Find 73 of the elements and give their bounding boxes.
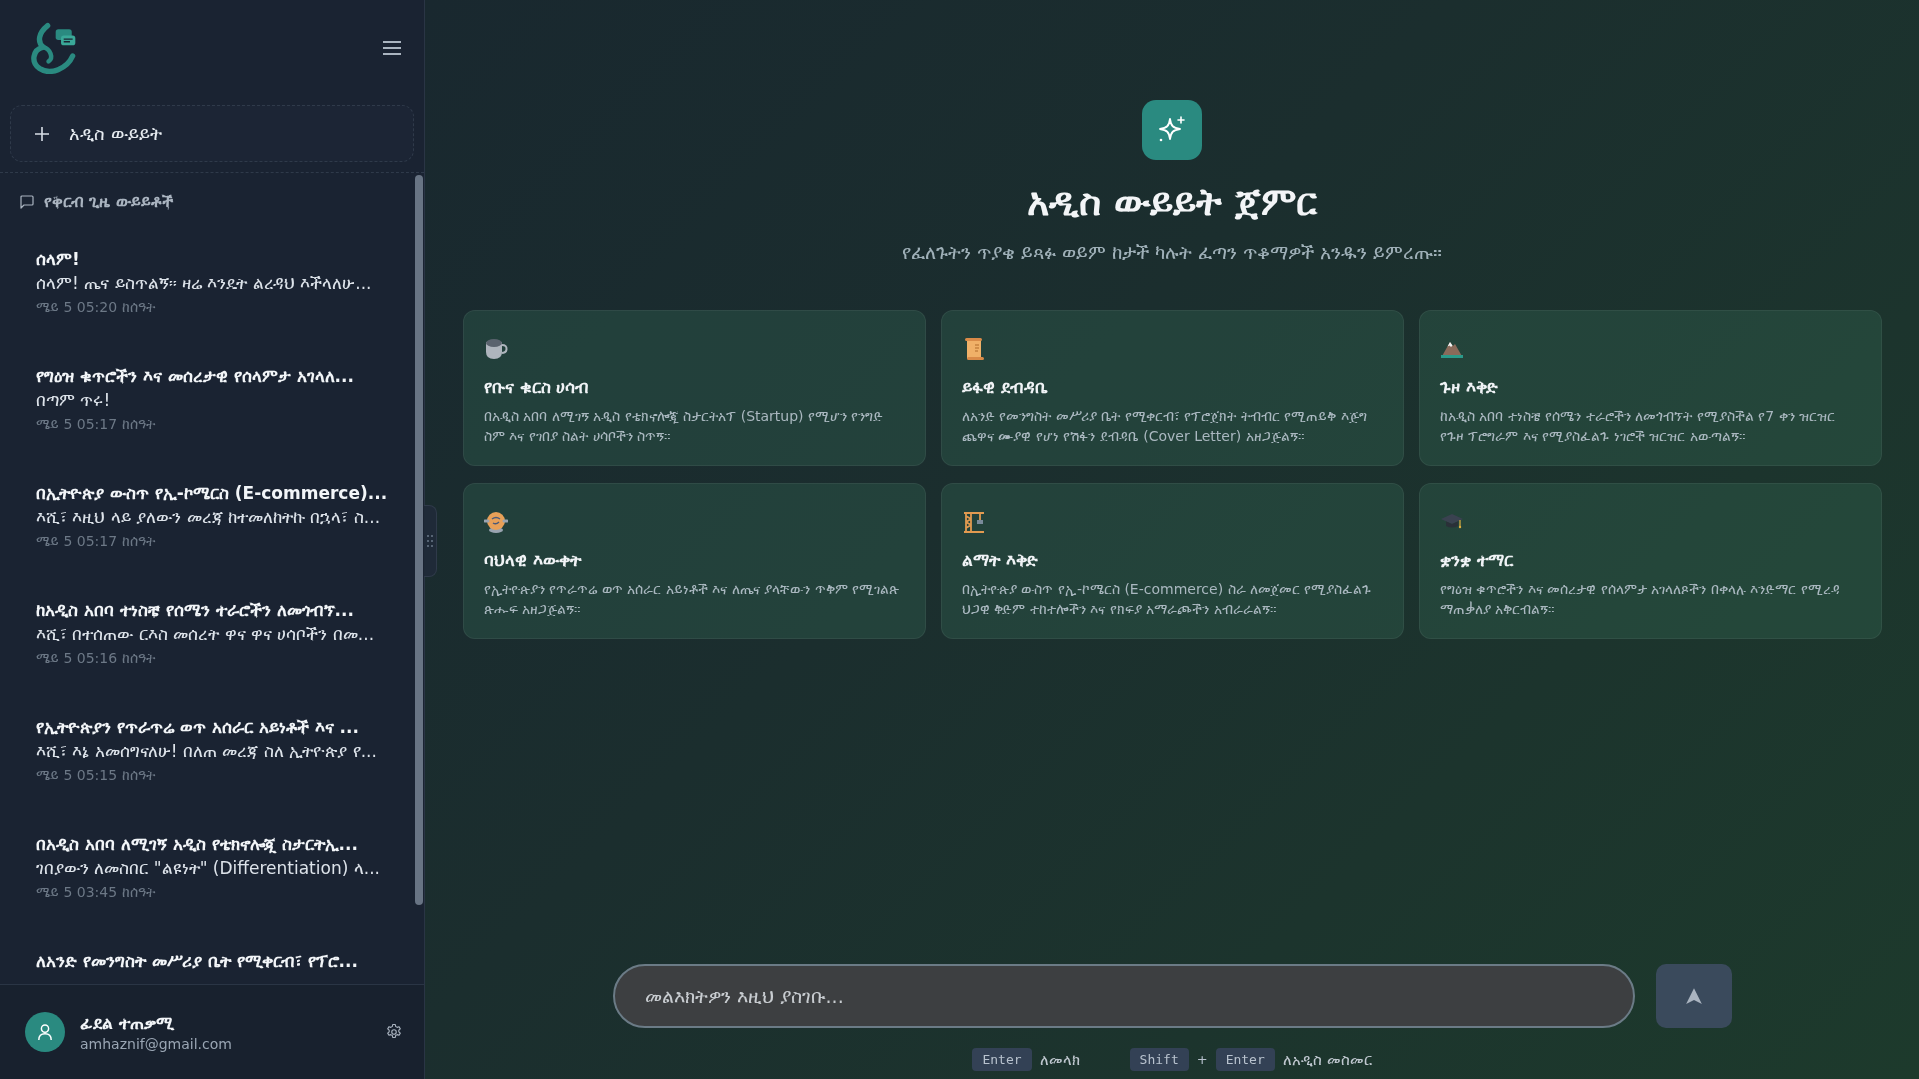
conversation-time: ሜይ 5 05:17 ከሰዓት [36,415,156,434]
conversation-item[interactable]: በኢትዮጵያ ውስጥ የኢ-ኮሜርስ (E-commerce)... እሺ፣ እዚህ ላይ ያለውን መረጃ ከተመለከትኩ በኋላ፣ ስ... ሜይ 5 05:17 ከሰዓት [20,471,414,563]
sparkle-icon [1142,100,1202,160]
suggestion-description: ከአዲስ አበባ ተነስቼ የሰሜን ተራሮችን ለመጎብኘት የሚያስችል የ7 ቀን ዝርዝር የጉዞ ፕሮግራም እና የሚያስፈልጉ ነገሮች ዝርዝር አውጣልኝ። [1440,407,1836,446]
conversation-item[interactable]: የግዕዝ ቁጥሮችን እና መሰረታዊ የሰላምታ አገላለ... በጣም ጥሩ! ሜይ 5 05:17 ከሰዓት [20,354,414,446]
conversation-title: በአዲስ አበባ ለሚገኝ አዲስ የቴክኖሎጂ ስታርትኢ... [36,833,359,856]
conversation-title: ከአዲስ አበባ ተነስቼ የሰሜን ተራሮችን ለመጎብኘ... [36,599,355,622]
logo-icon [28,21,78,74]
welcome-subtitle: የፈለጉትን ጥያቄ ይጻፉ ወይም ከታች ካሉት ፈጣን ጥቆማዎች አንዱን ይምረጡ። [901,240,1443,265]
key-label: Enter [1215,1048,1275,1071]
plus-sign: + [1195,1052,1209,1067]
conversation-item[interactable]: ሰላም! ሰላም! ጤና ይስጥልኝ። ዛሬ እንዴት ልረዳህ እችላለሁ... ሜይ 5 05:20 ከሰዓት [20,237,414,329]
conversation-title: በኢትዮጵያ ውስጥ የኢ-ኮሜርስ (E-commerce)... [36,482,389,505]
cup-icon [484,337,508,361]
welcome-title: አዲስ ውይይት ጀምር [1026,179,1318,226]
conversation-item[interactable]: በአዲስ አበባ ለሚገኝ አዲስ የቴክኖሎጂ ስታርትኢ... ገበያውን ለመስበር "ልዩነት" (Differentiation) ላ... ሜይ 5 03:45 ከሰዓት [20,822,414,914]
conversation-title: የኢትዮጵያን የጥራጥሬ ወጥ አሰራር አይነቶች እና ... [36,716,360,739]
key-label: Enter [972,1048,1032,1071]
key-label: Shift [1129,1048,1189,1071]
suggestion-title: ይፋዊ ደብዳቤ [962,377,1049,399]
conversation-time: ሜይ 5 05:17 ከሰዓት [36,532,156,551]
new-chat-button[interactable]: አዲስ ውይይት [10,105,414,162]
suggestion-title: ልማት እቅድ [962,550,1039,572]
suggestion-card[interactable]: ጉዞ እቅድ ከአዲስ አበባ ተነስቼ የሰሜን ተራሮችን ለመጎብኘት የሚያስችል የ7 ቀን ዝርዝር የጉዞ ፕሮግራም እና የሚያስፈልጉ ነገሮች ዝርዝር አውጣልኝ። [1419,310,1882,466]
chat-bubble-icon [20,195,34,209]
suggestion-description: ለአንድ የመንግስት መሥሪያ ቤት የሚቀርብ፣ የፕሮጀክት ትብብር የሚጠይቅ እጅግ ጨዋና ሙያዊ የሆነ የሽፋን ደብዳቤ (Cover Letter) አዘጋጅልኝ። [962,407,1368,446]
plus-icon [35,126,49,141]
send-arrow-icon [1684,987,1703,1005]
conversation-title: የግዕዝ ቁጥሮችን እና መሰረታዊ የሰላምታ አገላለ... [36,365,355,388]
suggestion-description: የኢትዮጵያን የጥራጥሬ ወጥ አሰራር አይነቶች እና ለጤና ያላቸውን ጥቅም የሚገልጽ ጽሑፍ አዘጋጅልኝ። [484,580,901,619]
hint-text: ለመላክ [1039,1050,1080,1069]
conversation-title: ሰላም! [36,248,81,271]
menu-icon [383,40,401,55]
conversation-preview: ሰላም! ጤና ይስጥልኝ። ዛሬ እንዴት ልረዳህ እችላለሁ... [36,272,373,295]
message-input[interactable]: መልእክትዎን እዚህ ያስገቡ... [612,964,1635,1028]
scrollbar-thumb[interactable] [415,175,423,905]
suggestion-title: ቋንቋ ተማር [1440,550,1515,572]
user-name: ፊደል ተጠቃሚ [80,1012,176,1033]
scroll-icon [962,337,986,361]
conversation-title: ለአንድ የመንግስት መሥሪያ ቤት የሚቀርብ፣ የፕሮ... [36,950,359,973]
suggestion-title: ባህላዊ እውቀት [484,550,583,572]
conversation-item[interactable]: ከአዲስ አበባ ተነስቼ የሰሜን ተራሮችን ለመጎብኘ... እሺ፣ በተሰጠው ርእስ መሰረት ዋና ዋና ሀሳቦችን በመ... ሜይ 5 05:16 ከሰዓት [20,588,414,680]
settings-icon [385,1023,403,1041]
suggestion-title: የቡና ቁርስ ሀሳብ [484,377,591,399]
conversation-preview: ገበያውን ለመስበር "ልዩነት" (Differentiation) ላ... [36,857,381,880]
suggestion-description: በኢትዮጵያ ውስጥ የኢ-ኮሜርስ (E-commerce) ስራ ለመጀመር የሚያስፈልጉ ህጋዊ ቅድም ተከተሎችን እና የክፍያ አማራጮችን አብራራልኝ። [962,580,1373,619]
suggestion-description: በአዲስ አበባ ለሚገኝ አዲስ የቴክኖሎጂ ስታርትአፕ (Startup) የሚሆን የንግድ ስም እና የገበያ ስልት ሀሳቦችን ስጥኝ። [484,407,885,446]
conversation-preview: እሺ፣ እኔ አመሰግናለሁ! በለጠ መረጃ ስለ ኢትዮጵያ የ... [36,740,378,763]
suggestion-card[interactable]: ልማት እቅድ በኢትዮጵያ ውስጥ የኢ-ኮሜርስ (E-commerce) ስራ ለመጀመር የሚያስፈልጉ ህጋዊ ቅድም ተከተሎችን እና የክፍያ አማራጮችን አብራራልኝ። [941,483,1404,639]
suggestion-card[interactable]: ባህላዊ እውቀት የኢትዮጵያን የጥራጥሬ ወጥ አሰራር አይነቶች እና ለጤና ያላቸውን ጥቅም የሚገልጽ ጽሑፍ አዘጋጅልኝ። [463,483,926,639]
suggestion-title: ጉዞ እቅድ [1440,377,1499,399]
avatar-icon [25,1012,65,1052]
suggestion-card[interactable]: ቋንቋ ተማር የግዕዝ ቁጥሮችን እና መሰረታዊ የሰላምታ አገላለጾችን በቀላሉ እንድማር የሚረዳ ማጠቃለያ አቅርብልኝ። [1419,483,1882,639]
resize-handle[interactable] [424,505,437,577]
conversation-preview: እሺ፣ በተሰጠው ርእስ መሰረት ዋና ዋና ሀሳቦችን በመ... [36,623,376,646]
conversation-preview: እሺ፣ እዚህ ላይ ያለውን መረጃ ከተመለከትኩ በኋላ፣ ስ... [36,506,382,529]
crane-icon [962,510,986,534]
menu-button[interactable] [382,39,402,56]
suggestion-card[interactable]: ይፋዊ ደብዳቤ ለአንድ የመንግስት መሥሪያ ቤት የሚቀርብ፣ የፕሮጀክት ትብብር የሚጠይቅ እጅግ ጨዋና ሙያዊ የሆነ የሽፋን ደብዳቤ (Cover Letter) አዘጋጅልኝ። [941,310,1404,466]
conversation-item[interactable]: ለአንድ የመንግስት መሥሪያ ቤት የሚቀርብ፣ የፕሮ... [20,939,414,983]
conversation-time: ሜይ 5 05:15 ከሰዓት [36,766,156,785]
user-email: amhaznif@gmail.com [80,1035,233,1052]
suggestion-description: የግዕዝ ቁጥሮችን እና መሰረታዊ የሰላምታ አገላለጾችን በቀላሉ እንድማር የሚረዳ ማጠቃለያ አቅርብልኝ። [1440,580,1841,619]
conversation-time: ሜይ 5 05:20 ከሰዓት [36,298,156,317]
conversation-preview: በጣም ጥሩ! [36,389,112,412]
suggestion-card[interactable]: የቡና ቁርስ ሀሳብ በአዲስ አበባ ለሚገኝ አዲስ የቴክኖሎጂ ስታርትአፕ (Startup) የሚሆን የንግድ ስም እና የገበያ ስልት ሀሳቦችን ስጥኝ። [463,310,926,466]
pot-icon [484,510,508,534]
hint-text: ለአዲስ መስመር [1282,1050,1372,1069]
recent-chats-heading: የቅርብ ጊዜ ውይይቶች [44,193,173,211]
conversation-time: ሜይ 5 05:16 ከሰዓት [36,649,156,668]
conversation-time: ሜይ 5 03:45 ከሰዓት [36,883,156,902]
send-button[interactable] [1655,964,1732,1028]
conversation-item[interactable]: የኢትዮጵያን የጥራጥሬ ወጥ አሰራር አይነቶች እና ... እሺ፣ እኔ አመሰግናለሁ! በለጠ መረጃ ስለ ኢትዮጵያ የ... ሜይ 5 05:15 ከሰዓት [20,705,414,797]
